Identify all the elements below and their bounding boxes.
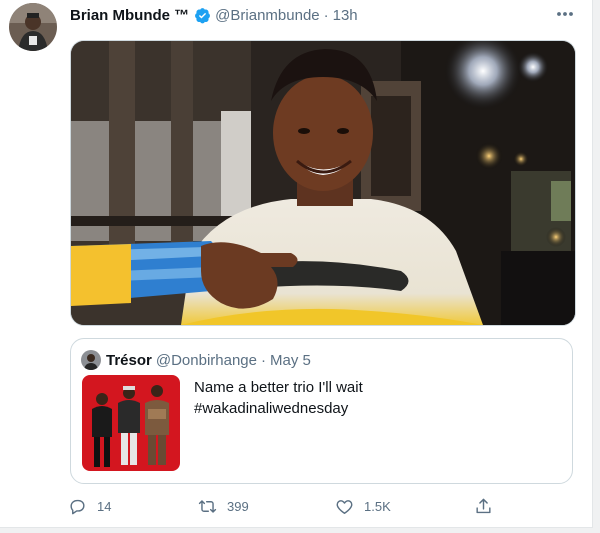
share-icon (476, 498, 491, 513)
like-button[interactable]: 1.5K (335, 494, 391, 518)
heart-icon (336, 499, 353, 514)
separator-dot: · (261, 351, 266, 369)
quoted-tweet[interactable]: Trésor @Donbirhange · May 5 Name a bette… (70, 338, 573, 484)
share-button[interactable] (474, 494, 503, 518)
retweet-icon (198, 499, 217, 513)
quoted-tweet-header: Trésor @Donbirhange · May 5 (81, 350, 311, 370)
reply-icon (70, 499, 85, 514)
quoted-tweet-time[interactable]: May 5 (270, 352, 311, 369)
quoted-tweet-photo[interactable] (82, 375, 180, 471)
more-icon[interactable] (550, 5, 580, 23)
reply-button[interactable]: 14 (68, 494, 111, 518)
quoted-tweet-text: Name a better trio I'll wait #wakadinali… (194, 377, 554, 419)
reply-count: 14 (97, 498, 112, 514)
author-name[interactable]: Brian Mbunde ™ (70, 7, 189, 24)
author-handle[interactable]: @Brianmbunde (215, 7, 319, 24)
quoted-author-name[interactable]: Trésor (106, 352, 152, 369)
like-count: 1.5K (364, 498, 391, 514)
quoted-author-handle[interactable]: @Donbirhange (156, 352, 257, 369)
verified-badge-icon (195, 7, 211, 23)
author-avatar[interactable] (9, 3, 57, 51)
tweet-photo[interactable] (70, 40, 576, 326)
tweet-actions: 14 399 1.5K (68, 494, 498, 518)
retweet-button[interactable]: 399 (198, 494, 249, 518)
separator-dot: · (323, 6, 329, 24)
quoted-tweet-text-line: Name a better trio I'll wait (194, 379, 363, 396)
quoted-author-avatar[interactable] (81, 350, 101, 370)
retweet-count: 399 (227, 498, 249, 514)
tweet-card[interactable]: Brian Mbunde ™ @Brianmbunde · 13h Trésor… (0, 0, 593, 528)
tweet-time[interactable]: 13h (333, 7, 358, 24)
hashtag-link[interactable]: #wakadinaliwednesday (194, 398, 554, 419)
tweet-header: Brian Mbunde ™ @Brianmbunde · 13h (70, 5, 358, 25)
